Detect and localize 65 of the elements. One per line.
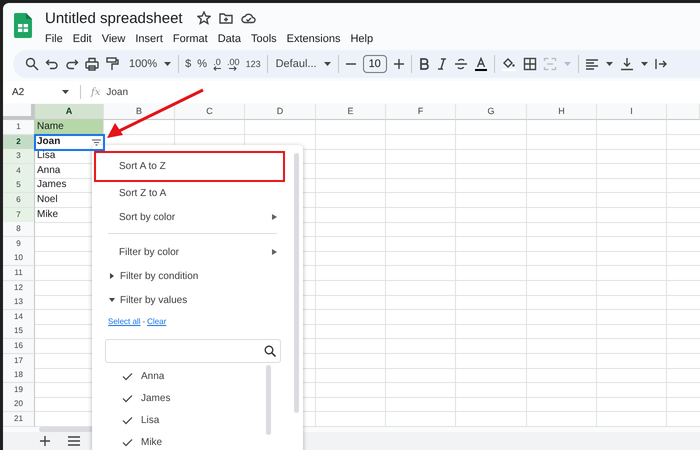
row-header[interactable]: 14 [3, 310, 35, 325]
menu-item[interactable]: Sort by color [119, 206, 272, 228]
menu-item[interactable]: Filter by color [119, 240, 272, 264]
row-header[interactable]: 3 [3, 149, 35, 164]
menu-item[interactable]: Help [350, 33, 374, 45]
row-header[interactable]: 12 [3, 280, 35, 296]
value-option[interactable]: Lisa [141, 414, 160, 426]
menu-item[interactable]: Format [172, 33, 208, 45]
select-all-link[interactable]: Select all [108, 317, 140, 326]
column-header[interactable]: E [316, 104, 386, 120]
row-header[interactable]: 17 [3, 354, 35, 368]
formula-field[interactable]: Joan [106, 86, 128, 98]
percent-button[interactable]: % [197, 58, 208, 70]
column-header[interactable]: D [245, 104, 316, 120]
table-cell: Joan [35, 134, 104, 150]
menu-section[interactable]: Filter by condition [120, 264, 198, 288]
row-header[interactable]: 1 [3, 120, 35, 135]
row-header[interactable]: 8 [3, 222, 35, 238]
row-header[interactable]: 4 [3, 164, 35, 179]
value-option[interactable]: Mike [141, 436, 162, 448]
menu-item[interactable]: Edit [72, 33, 92, 45]
menu-item[interactable]: Extensions [286, 33, 340, 45]
value-option[interactable]: Anna [141, 370, 164, 382]
increase-decimals-button[interactable]: .00 [227, 57, 240, 71]
row-header[interactable]: 18 [3, 368, 35, 384]
row-header[interactable]: 19 [3, 382, 35, 398]
font-select[interactable]: Defaul... [276, 58, 317, 70]
font-size-field[interactable]: 10 [362, 55, 387, 73]
menu-item[interactable]: View [102, 33, 126, 45]
value-option[interactable]: James [141, 392, 170, 404]
column-header[interactable]: B [104, 104, 175, 120]
row-header[interactable]: 11 [3, 266, 35, 281]
number-format-button[interactable]: 123 [246, 59, 261, 69]
menu-item[interactable]: Insert [135, 33, 163, 45]
column-header[interactable]: G [456, 104, 527, 120]
row-header[interactable]: 13 [3, 295, 35, 310]
row-header[interactable]: 15 [3, 324, 35, 340]
link-separator: - [142, 317, 146, 326]
column-header[interactable]: C [175, 104, 245, 120]
row-header[interactable]: 5 [3, 178, 35, 194]
table-cell: Name [35, 120, 104, 135]
column-header[interactable]: F [386, 104, 456, 120]
column-header[interactable]: H [527, 104, 597, 120]
row-header[interactable]: 10 [3, 251, 35, 266]
menu-item[interactable]: Sort Z to A [119, 182, 277, 204]
currency-button[interactable]: $ [185, 58, 192, 70]
document-title[interactable]: Untitled spreadsheet [45, 10, 183, 26]
row-header[interactable]: 6 [3, 192, 35, 208]
cell-reference[interactable]: A2 [12, 86, 61, 98]
row-header[interactable]: 20 [3, 397, 35, 412]
row-header[interactable]: 21 [3, 412, 35, 427]
menu-section[interactable]: Filter by values [120, 288, 188, 312]
row-header[interactable]: 2 [3, 134, 35, 150]
menu-item[interactable]: Data [218, 33, 241, 45]
menu-item[interactable]: Tools [250, 33, 277, 45]
column-header[interactable]: A [35, 104, 104, 120]
row-header[interactable]: 9 [3, 236, 35, 252]
decrease-decimals-button[interactable]: .0 [213, 57, 222, 71]
function-label: fx [91, 86, 100, 98]
column-header[interactable]: I [597, 104, 667, 120]
zoom-select[interactable]: 100% [129, 58, 158, 70]
row-header[interactable]: 16 [3, 338, 35, 354]
row-header[interactable]: 7 [3, 208, 35, 223]
clear-link[interactable]: Clear [147, 317, 166, 326]
menu-item[interactable]: File [45, 33, 63, 45]
